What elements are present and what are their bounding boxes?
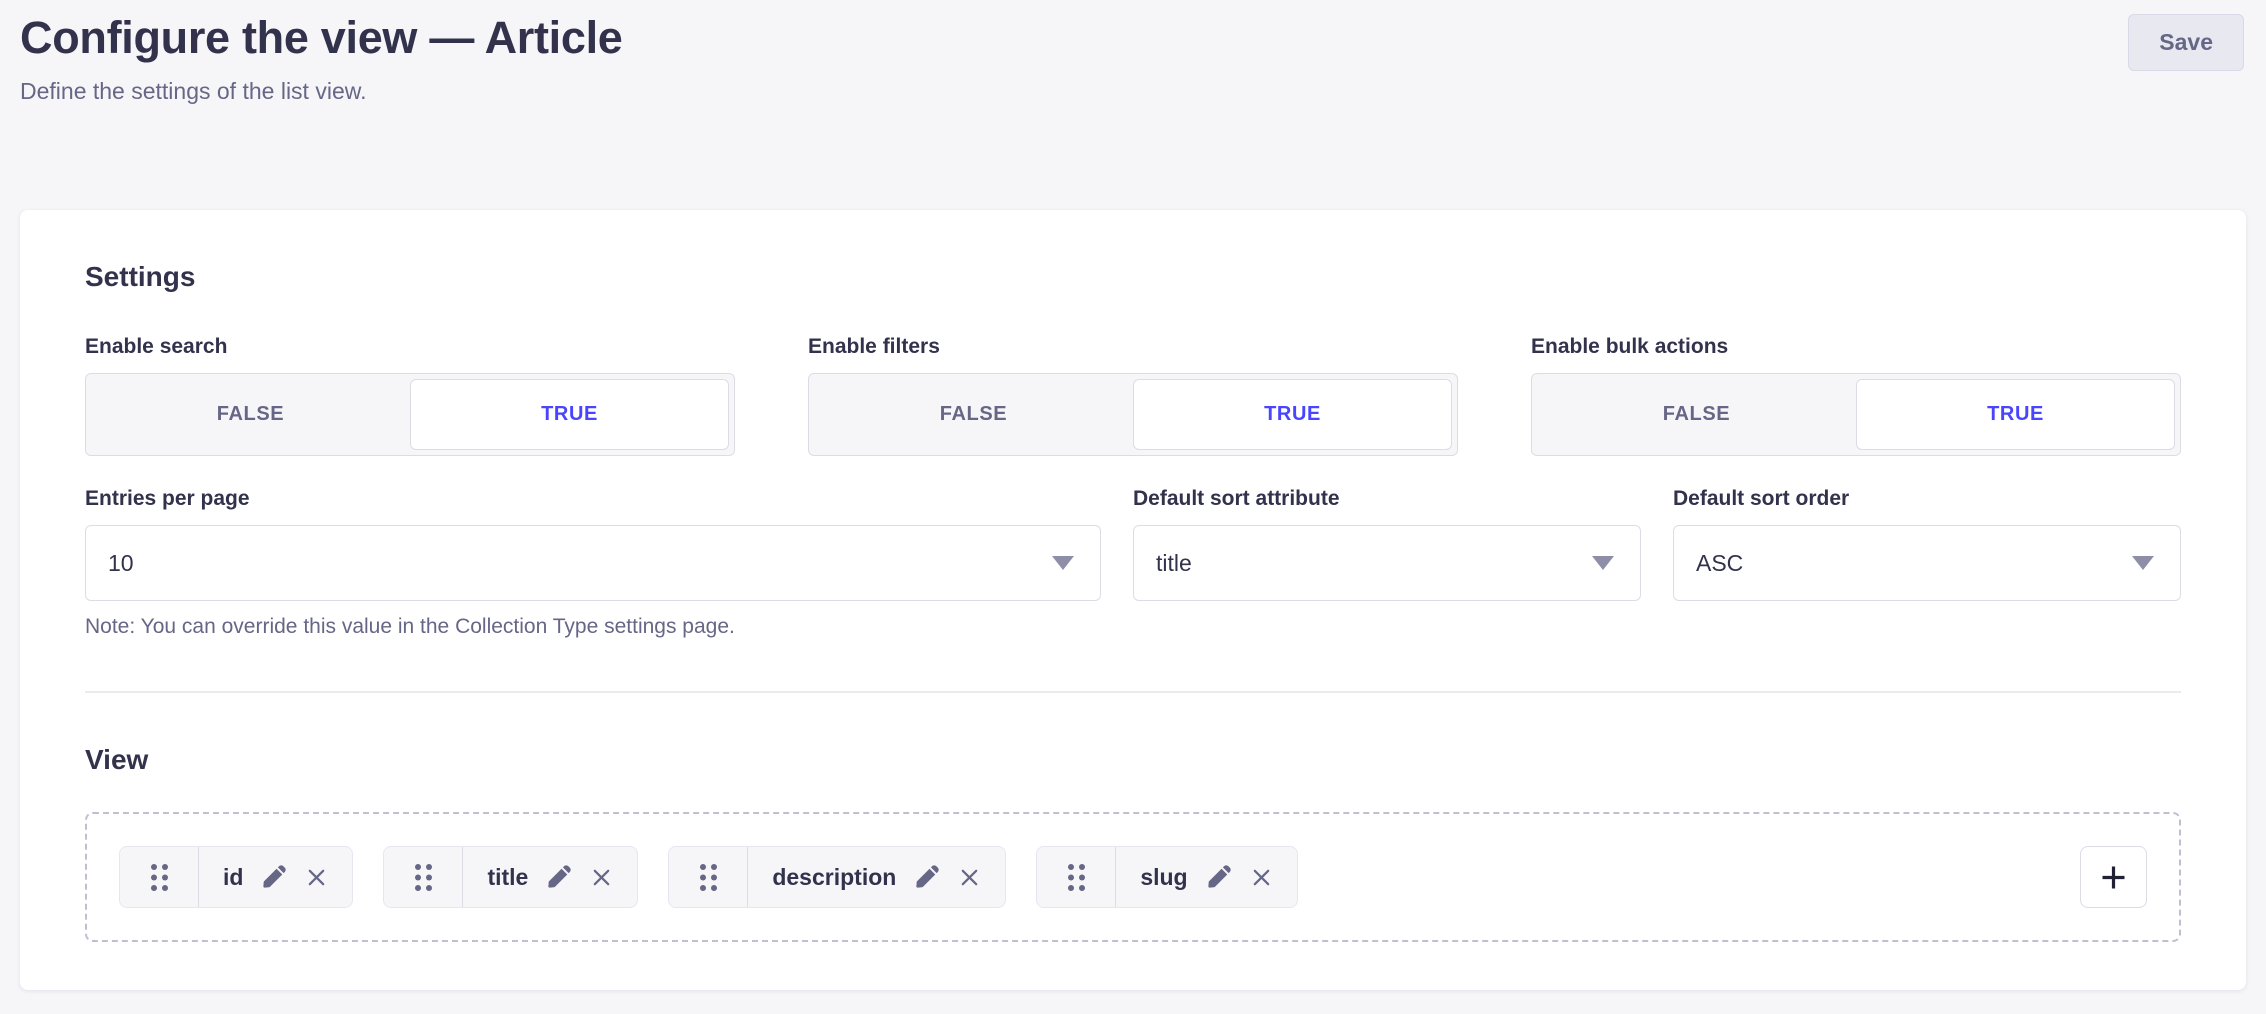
field-chip-description: description — [668, 846, 1006, 908]
edit-icon — [1205, 864, 1232, 891]
close-icon — [590, 866, 613, 889]
enable-search-toggle: FALSE TRUE — [85, 373, 735, 456]
chevron-down-icon — [1052, 556, 1074, 570]
edit-field-button[interactable] — [1205, 864, 1232, 891]
toggle-row: Enable search FALSE TRUE Enable filters … — [85, 334, 2181, 456]
save-button[interactable]: Save — [2128, 14, 2244, 71]
drag-handle-icon — [149, 862, 170, 893]
close-icon — [958, 866, 981, 889]
edit-field-button[interactable] — [545, 864, 572, 891]
chevron-down-icon — [2132, 556, 2154, 570]
field-label: Enable filters — [808, 334, 1458, 360]
enable-bulk-actions-toggle: FALSE TRUE — [1531, 373, 2181, 456]
drag-handle[interactable] — [1037, 847, 1116, 907]
field-entries-per-page: Entries per page 10 Note: You can overri… — [85, 486, 1101, 640]
select-value: 10 — [108, 550, 134, 577]
field-chip-title: title — [383, 846, 638, 908]
field-chip-slug: slug — [1036, 846, 1297, 908]
drag-handle[interactable] — [669, 847, 748, 907]
drag-handle-icon — [1066, 862, 1087, 893]
remove-field-button[interactable] — [590, 866, 613, 889]
edit-field-button[interactable] — [913, 864, 940, 891]
field-default-sort-order: Default sort order ASC — [1673, 486, 2181, 640]
field-label: Default sort order — [1673, 486, 2181, 512]
edit-icon — [545, 864, 572, 891]
field-default-sort-attribute: Default sort attribute title — [1133, 486, 1641, 640]
chip-label: slug — [1116, 864, 1187, 891]
field-enable-bulk-actions: Enable bulk actions FALSE TRUE — [1531, 334, 2181, 456]
page-subtitle: Define the settings of the list view. — [20, 75, 2244, 107]
field-label: Default sort attribute — [1133, 486, 1641, 512]
plus-icon — [2098, 862, 2129, 893]
settings-heading: Settings — [85, 260, 2181, 294]
view-fields-drop-zone: id — [85, 812, 2181, 942]
remove-field-button[interactable] — [958, 866, 981, 889]
selects-row: Entries per page 10 Note: You can overri… — [85, 486, 2181, 640]
select-value: ASC — [1696, 550, 1743, 577]
page-header: Configure the view — Article Define the … — [0, 0, 2266, 107]
toggle-option-false[interactable]: FALSE — [814, 379, 1133, 450]
chip-label: title — [463, 864, 528, 891]
field-enable-search: Enable search FALSE TRUE — [85, 334, 735, 456]
toggle-option-true[interactable]: TRUE — [1133, 379, 1452, 450]
field-label: Enable bulk actions — [1531, 334, 2181, 360]
toggle-option-true[interactable]: TRUE — [1856, 379, 2175, 450]
field-label: Enable search — [85, 334, 735, 360]
remove-field-button[interactable] — [305, 866, 328, 889]
drag-handle[interactable] — [120, 847, 199, 907]
toggle-option-true[interactable]: TRUE — [410, 379, 729, 450]
edit-icon — [913, 864, 940, 891]
page-title: Configure the view — Article — [20, 10, 2244, 65]
default-sort-order-select[interactable]: ASC — [1673, 525, 2181, 601]
field-chip-id: id — [119, 846, 353, 908]
add-field-button[interactable] — [2080, 846, 2147, 908]
select-value: title — [1156, 550, 1192, 577]
chip-label: description — [748, 864, 896, 891]
toggle-option-false[interactable]: FALSE — [1537, 379, 1856, 450]
remove-field-button[interactable] — [1250, 866, 1273, 889]
section-divider — [85, 691, 2181, 693]
toggle-option-false[interactable]: FALSE — [91, 379, 410, 450]
close-icon — [1250, 866, 1273, 889]
edit-icon — [260, 864, 287, 891]
view-heading: View — [85, 743, 2181, 777]
drag-handle-icon — [413, 862, 434, 893]
drag-handle-icon — [698, 862, 719, 893]
edit-field-button[interactable] — [260, 864, 287, 891]
entries-per-page-select[interactable]: 10 — [85, 525, 1101, 601]
enable-filters-toggle: FALSE TRUE — [808, 373, 1458, 456]
field-label: Entries per page — [85, 486, 1101, 512]
close-icon — [305, 866, 328, 889]
default-sort-attribute-select[interactable]: title — [1133, 525, 1641, 601]
field-enable-filters: Enable filters FALSE TRUE — [808, 334, 1458, 456]
chevron-down-icon — [1592, 556, 1614, 570]
settings-card: Settings Enable search FALSE TRUE Enable… — [20, 210, 2246, 990]
entries-per-page-hint: Note: You can override this value in the… — [85, 614, 1101, 640]
chip-label: id — [199, 864, 243, 891]
drag-handle[interactable] — [384, 847, 463, 907]
